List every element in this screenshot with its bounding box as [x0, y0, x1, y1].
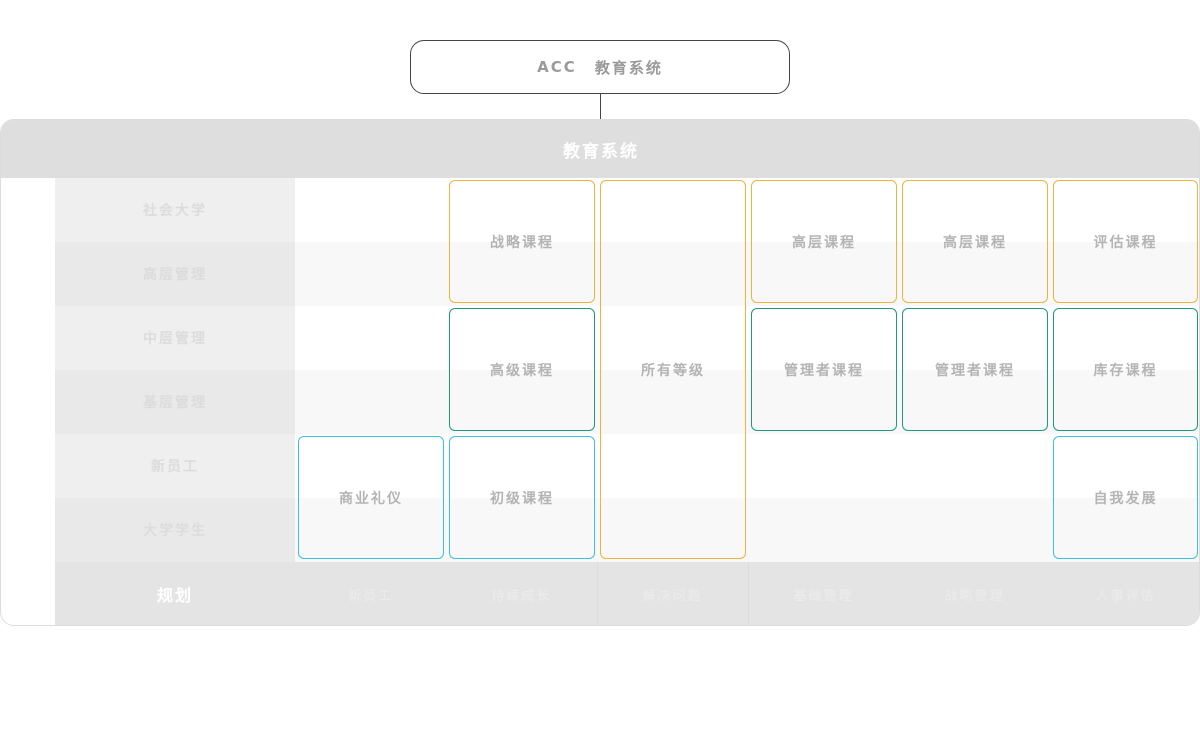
card-business-etiquette[interactable]: 商业礼仪	[298, 436, 444, 559]
footer-label-basic-management: 基础管理	[793, 588, 854, 604]
row-label-society-university: 社会大学	[55, 178, 295, 242]
row-label-senior-management: 高层管理	[55, 242, 295, 306]
footer-label-continuous-growth: 持续成长	[491, 588, 552, 604]
footer-label-strategic-management: 战略管理	[944, 588, 1005, 604]
root-label: ACC	[537, 58, 577, 76]
card-beginner-course[interactable]: 初级课程	[449, 436, 595, 559]
footer-label-problem-solving: 解决问题	[642, 588, 703, 604]
card-self-development[interactable]: 自我发展	[1053, 436, 1198, 559]
card-manager-course-1[interactable]: 管理者课程	[751, 308, 897, 431]
card-all-levels[interactable]: 所有等级	[600, 180, 746, 559]
row-label-basic-management: 基层管理	[55, 370, 295, 434]
card-evaluation-course[interactable]: 评估课程	[1053, 180, 1198, 303]
panel-header: 教育系统	[1, 120, 1199, 178]
card-inventory-course[interactable]: 库存课程	[1053, 308, 1198, 431]
card-advanced-course[interactable]: 高级课程	[449, 308, 595, 431]
education-system-panel: 教育系统 社会大学 高层管理 中层管理 基层管理 新员工 大学学生 规划 新员工…	[0, 119, 1200, 626]
footer-label-planning: 规划	[156, 586, 193, 605]
card-senior-course-2[interactable]: 高层课程	[902, 180, 1048, 303]
footer-label-hr-evaluation: 人事评估	[1095, 588, 1156, 604]
footer-divider	[748, 562, 749, 625]
footer-divider	[597, 562, 598, 625]
panel-title: 教育系统	[563, 141, 639, 162]
root-node: ACC 教育系统	[410, 40, 790, 94]
card-strategy-course[interactable]: 战略课程	[449, 180, 595, 303]
row-label-middle-management: 中层管理	[55, 306, 295, 370]
connector-line	[600, 94, 601, 120]
card-manager-course-2[interactable]: 管理者课程	[902, 308, 1048, 431]
card-senior-course-1[interactable]: 高层课程	[751, 180, 897, 303]
row-label-university-students: 大学学生	[55, 498, 295, 562]
root-title: 教育系统	[594, 58, 663, 77]
footer-label-new-employee: 新员工	[347, 588, 393, 604]
row-label-new-employee: 新员工	[55, 434, 295, 498]
